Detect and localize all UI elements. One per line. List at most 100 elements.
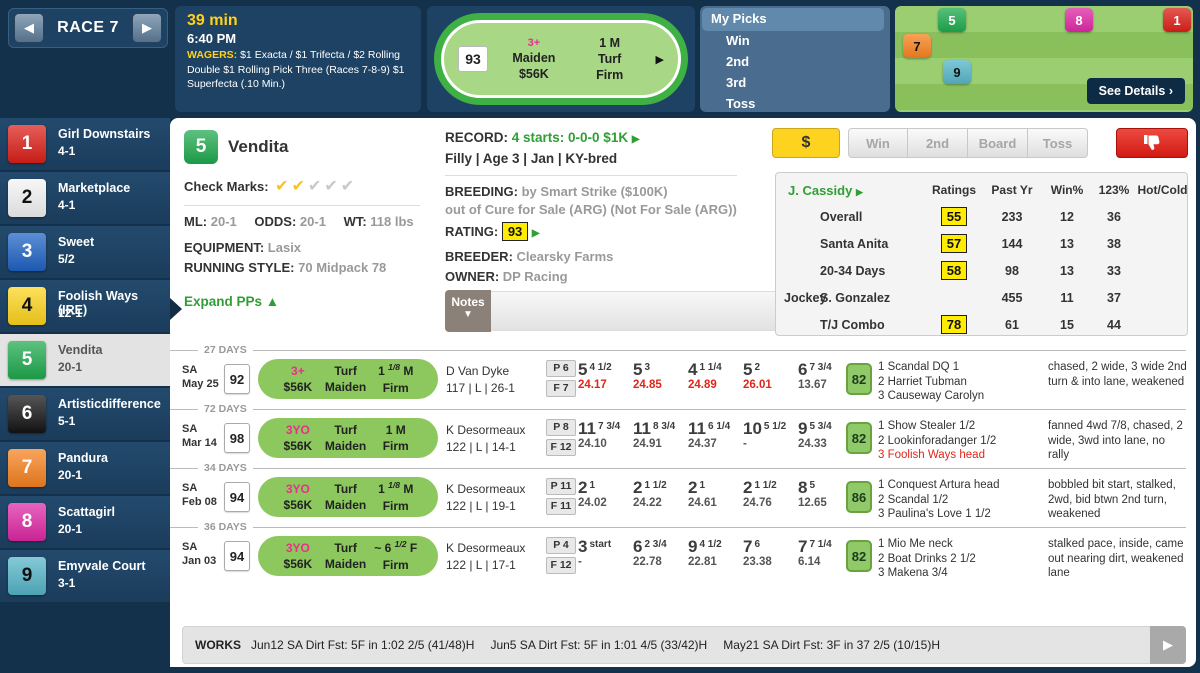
- pp-rating-badge: 92: [224, 364, 250, 394]
- works-entry: Jun5 SA Dirt Fst: 5F in 1:01 4/5 (33/42)…: [490, 638, 707, 652]
- pp-field-badge: F 11: [546, 498, 576, 515]
- expand-pps-link[interactable]: Expand PPs ▲: [184, 294, 279, 309]
- pp-lengths: 5 1/2: [764, 421, 786, 432]
- check-marks-icons: ✔✔✔✔✔: [272, 179, 354, 194]
- horse-name: Girl Downstairs: [58, 127, 150, 141]
- horse-name: Artisticdifference: [58, 397, 161, 411]
- check-marks-row[interactable]: Check Marks: ✔✔✔✔✔: [184, 176, 354, 196]
- pick-chip-5[interactable]: 5: [938, 8, 966, 32]
- horse-list-item-7[interactable]: 7Pandura20-1: [0, 442, 170, 494]
- pp-row-Jan-03[interactable]: 36 DAYSSAJan 03943YO$56KTurfMaiden~ 6 1/…: [170, 521, 1196, 580]
- pick-button-win[interactable]: Win: [848, 128, 908, 158]
- my-picks-row-win[interactable]: Win: [700, 33, 890, 53]
- track-oval-panel[interactable]: 93 3+ Maiden $56K 1 M Turf Firm ▶: [427, 6, 695, 112]
- pick-chip-1[interactable]: 1: [1163, 8, 1191, 32]
- pp-fraction-col: 2124.61: [688, 478, 743, 509]
- pick-chip-8[interactable]: 8: [1065, 8, 1093, 32]
- stats-col-pastyr: Past Yr: [982, 183, 1042, 197]
- check-mark-icon[interactable]: ✔: [275, 178, 288, 195]
- ml-label: ML:: [184, 214, 207, 229]
- check-mark-icon[interactable]: ✔: [341, 178, 354, 195]
- check-mark-icon[interactable]: ✔: [308, 178, 321, 195]
- pick-button-board[interactable]: Board: [968, 128, 1028, 158]
- pp-row-Mar-14[interactable]: 72 DAYSSAMar 14983YO$56KTurfMaiden1 M Fi…: [170, 403, 1196, 462]
- pp-finisher: 2 Lookinforadanger 1/2: [878, 434, 1044, 449]
- pp-fraction-col: 21 1/224.22: [633, 478, 688, 509]
- pp-call-position: 76: [743, 537, 798, 557]
- notes-button[interactable]: Notes ▼: [445, 290, 491, 332]
- horse-list-item-5[interactable]: 5Vendita20-1: [0, 334, 170, 386]
- pick-chip-9[interactable]: 9: [943, 60, 971, 84]
- rating-line[interactable]: RATING: 93 ▶: [445, 222, 540, 241]
- works-next-button[interactable]: ▶: [1150, 626, 1186, 664]
- horse-name: Marketplace: [58, 181, 130, 195]
- wager-money-button[interactable]: $: [772, 128, 840, 158]
- check-mark-icon[interactable]: ✔: [324, 178, 337, 195]
- picks-board: See Details › 5 8 1 79: [895, 6, 1193, 112]
- pp-distance-cond: 1 1/8 MFirm: [369, 480, 422, 513]
- pp-lengths: 6: [754, 539, 760, 550]
- trainer-name-link[interactable]: J. Cassidy ▶: [776, 183, 926, 198]
- owner-line: OWNER: DP Racing: [445, 269, 568, 284]
- pp-age-purse: 3YO$56K: [274, 540, 322, 572]
- pp-weight-odds: 122 | L | 17-1: [446, 557, 525, 574]
- pp-lengths: 1 1/2: [644, 480, 666, 491]
- my-picks-row-2nd[interactable]: 2nd: [700, 54, 890, 74]
- race-details-arrow-icon[interactable]: ▶: [656, 53, 664, 66]
- pp-date: Feb 08: [182, 495, 217, 509]
- horse-list-item-6[interactable]: 6Artisticdifference5-1: [0, 388, 170, 440]
- pp-position: 7: [798, 537, 807, 556]
- prev-race-button[interactable]: ◀: [14, 13, 44, 43]
- stats-pastyr-cell: 98: [982, 264, 1042, 278]
- next-race-button[interactable]: ▶: [132, 13, 162, 43]
- pp-row-Feb-08[interactable]: 34 DAYSSAFeb 08943YO$56KTurfMaiden1 1/8 …: [170, 462, 1196, 521]
- pp-fraction-time: 22.78: [633, 556, 688, 568]
- horse-list-item-4[interactable]: 4Foolish Ways (IRE)12-1: [0, 280, 170, 332]
- stats-pastyr-cell: 61: [982, 318, 1042, 332]
- pp-row-May-25[interactable]: 27 DAYSSAMay 25923+$56KTurfMaiden1 1/8 M…: [170, 344, 1196, 403]
- pp-distance-cond: 1 M Firm: [369, 422, 422, 454]
- works-segments: Jun12 SA Dirt Fst: 5F in 1:02 2/5 (41/48…: [251, 638, 956, 652]
- pp-position: 10: [743, 419, 762, 438]
- my-picks-panel: My Picks Win2nd3rdToss: [700, 6, 890, 112]
- pp-purse: $56K: [274, 379, 322, 395]
- pp-position: 6: [633, 537, 642, 556]
- pp-fraction-col: 67 3/413.67: [798, 360, 853, 391]
- pp-lengths: 3: [644, 362, 650, 373]
- stats-123pct-cell: 37: [1092, 291, 1136, 305]
- running-style-line: RUNNING STYLE: 70 Midpack 78: [184, 260, 386, 275]
- horse-list-item-2[interactable]: 2Marketplace4-1: [0, 172, 170, 224]
- horse-odds: 12-1: [58, 306, 82, 320]
- horse-list-item-3[interactable]: 3Sweet5/2: [0, 226, 170, 278]
- notes-input-bar[interactable]: [491, 291, 789, 331]
- horse-list-item-9[interactable]: 9Emyvale Court3-1: [0, 550, 170, 602]
- race-condition: Firm: [580, 67, 640, 83]
- toss-thumbs-down-button[interactable]: [1116, 128, 1188, 158]
- stats-row-label: JockeyS. Gonzalez: [776, 289, 926, 307]
- horse-odds: 4-1: [58, 144, 75, 158]
- pp-finisher: 1 Conquest Artura head: [878, 478, 1044, 493]
- race-nav: ◀ RACE 7 ▶: [8, 8, 168, 48]
- check-mark-icon[interactable]: ✔: [292, 178, 305, 195]
- pick-button-toss[interactable]: Toss: [1028, 128, 1088, 158]
- pp-fraction-time: 12.65: [798, 497, 853, 509]
- pp-track-date: SAMay 25: [182, 363, 219, 392]
- horse-list-item-8[interactable]: 8Scattagirl20-1: [0, 496, 170, 548]
- pp-position: 11: [633, 419, 651, 438]
- horse-list-item-1[interactable]: 1Girl Downstairs4-1: [0, 118, 170, 170]
- track-oval: 93 3+ Maiden $56K 1 M Turf Firm ▶: [434, 13, 688, 105]
- selected-horse-pointer: [170, 298, 182, 320]
- pick-chip-7[interactable]: 7: [903, 34, 931, 58]
- saddle-cloth-badge: 5: [8, 341, 46, 379]
- pick-button-2nd[interactable]: 2nd: [908, 128, 968, 158]
- pp-race-pill: 3YO$56KTurfMaiden~ 6 1/2 FFirm: [258, 536, 438, 576]
- see-details-button[interactable]: See Details ›: [1087, 78, 1185, 104]
- pp-surface-type: TurfMaiden: [322, 481, 370, 513]
- record-line[interactable]: RECORD: 4 starts: 0-0-0 $1K ▶: [445, 130, 640, 145]
- pp-call-position: 95 3/4: [798, 419, 853, 439]
- works-entry: May21 SA Dirt Fst: 3F in 37 2/5 (10/15)H: [723, 638, 940, 652]
- weight-value: 118 lbs: [370, 214, 413, 229]
- my-picks-row-toss[interactable]: Toss: [700, 96, 890, 112]
- pp-rating-badge: 98: [224, 423, 250, 453]
- my-picks-row-3rd[interactable]: 3rd: [700, 75, 890, 95]
